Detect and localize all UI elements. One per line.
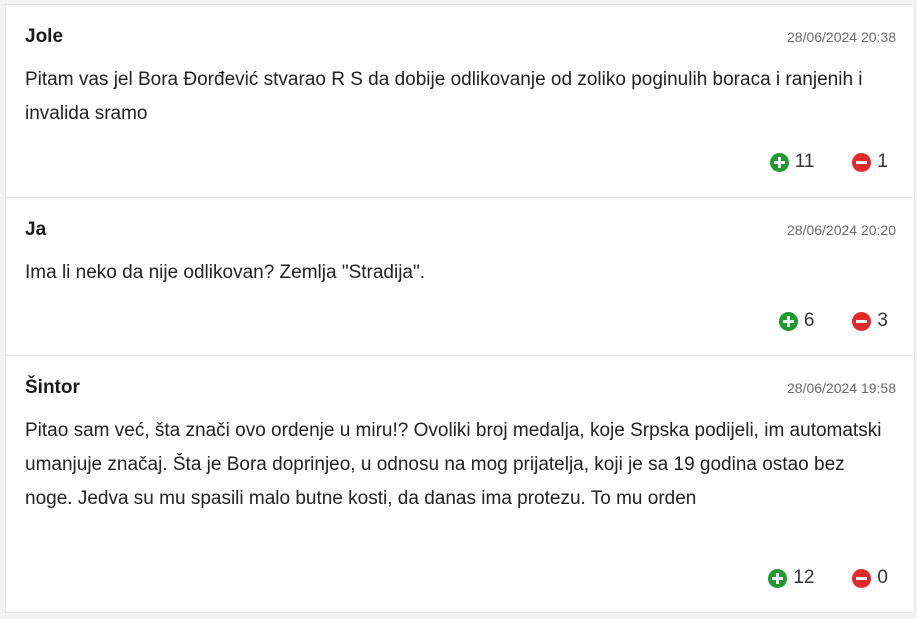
plus-circle-icon	[778, 311, 798, 331]
upvote-count: 12	[793, 567, 815, 588]
comment-votes: 11 1	[769, 151, 888, 173]
comment-item: Ja 28/06/2024 20:20 Ima li neko da nije …	[6, 197, 914, 355]
minus-circle-icon	[852, 311, 872, 331]
comment-author: Šintor	[25, 377, 80, 398]
minus-circle-icon	[852, 568, 872, 588]
downvote-button[interactable]: 3	[852, 310, 888, 332]
comment-date: 28/06/2024 20:38	[787, 29, 896, 45]
comment-date: 28/06/2024 20:20	[787, 222, 896, 238]
upvote-button[interactable]: 6	[778, 310, 815, 332]
comment-item: Jole 28/06/2024 20:38 Pitam vas jel Bora…	[6, 4, 914, 197]
comment-item: Šintor 28/06/2024 19:58 Pitao sam već, š…	[6, 355, 914, 613]
upvote-button[interactable]: 11	[769, 151, 815, 173]
comment-author: Jole	[25, 26, 64, 47]
minus-circle-icon	[852, 152, 872, 172]
comment-text: Ima li neko da nije odlikovan? Zemlja "S…	[25, 262, 426, 283]
comments-list: Jole 28/06/2024 20:38 Pitam vas jel Bora…	[5, 4, 915, 613]
upvote-count: 6	[803, 310, 815, 331]
downvote-count: 1	[877, 151, 888, 172]
downvote-count: 0	[877, 567, 888, 588]
plus-circle-icon	[768, 568, 788, 588]
downvote-button[interactable]: 1	[852, 151, 888, 173]
comment-text: Pitam vas jel Bora Đorđević stvarao R S …	[25, 69, 863, 124]
comment-author: Ja	[25, 219, 47, 240]
downvote-button[interactable]: 0	[852, 567, 888, 589]
plus-circle-icon	[769, 152, 789, 172]
comment-text: Pitao sam već, šta znači ovo ordenje u m…	[25, 420, 882, 509]
comment-votes: 6 3	[778, 310, 888, 332]
comment-date: 28/06/2024 19:58	[787, 380, 896, 396]
downvote-count: 3	[877, 310, 888, 331]
upvote-button[interactable]: 12	[768, 567, 814, 589]
upvote-count: 11	[794, 151, 815, 172]
comment-votes: 12 0	[768, 567, 888, 589]
